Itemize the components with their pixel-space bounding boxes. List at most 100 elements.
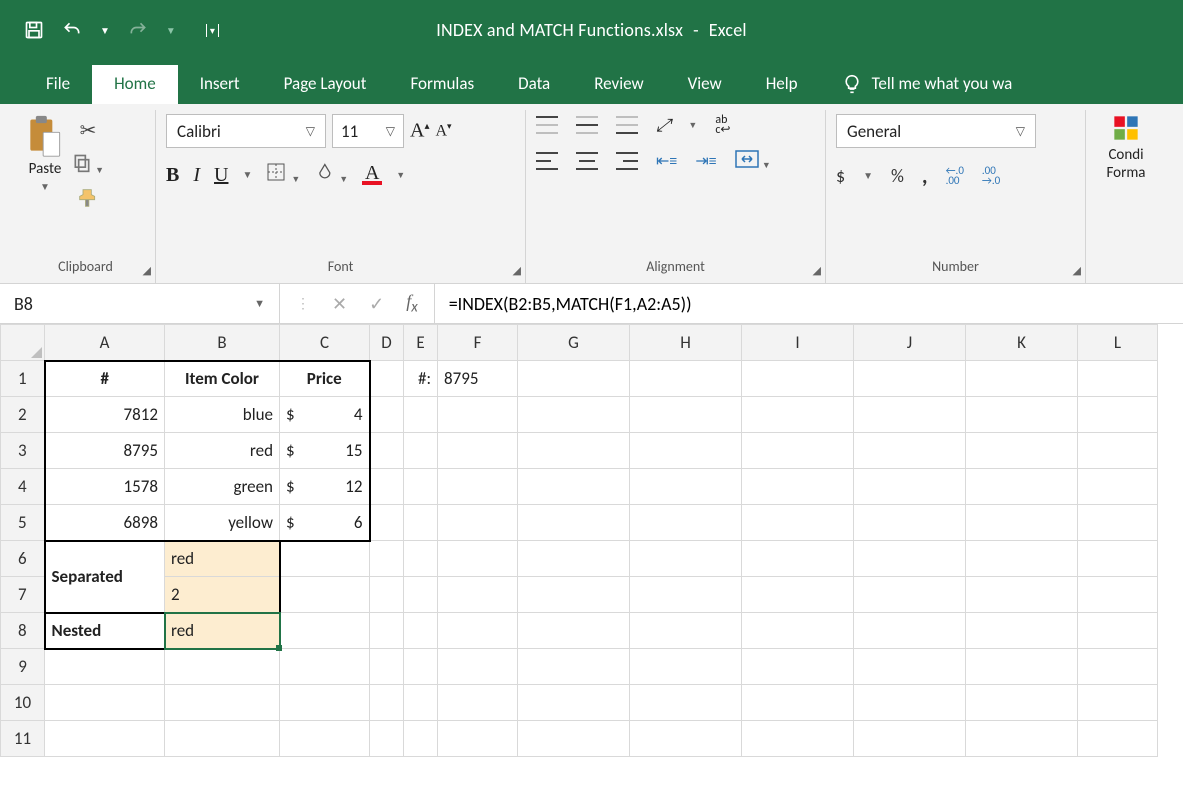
cell-F11[interactable] <box>438 721 518 757</box>
cell-D8[interactable] <box>370 613 404 649</box>
cell-J4[interactable] <box>854 469 966 505</box>
tab-review[interactable]: Review <box>572 65 665 104</box>
cell-C10[interactable] <box>280 685 370 721</box>
cell-B2[interactable]: blue <box>165 397 280 433</box>
copy-icon[interactable]: ▼ <box>72 153 104 177</box>
number-dialog-launcher-icon[interactable]: ◢ <box>1073 264 1081 277</box>
italic-button[interactable]: I <box>193 164 200 187</box>
row-header-1[interactable]: 1 <box>1 361 45 397</box>
cell-F3[interactable] <box>438 433 518 469</box>
cell-D11[interactable] <box>370 721 404 757</box>
cell-I10[interactable] <box>742 685 854 721</box>
cell-A8[interactable]: Nested <box>45 613 165 649</box>
tab-file[interactable]: File <box>24 65 92 104</box>
undo-dropdown-icon[interactable]: ▼ <box>100 24 110 37</box>
fill-color-icon[interactable]: ▼ <box>314 162 348 188</box>
cell-K7[interactable] <box>966 577 1078 613</box>
row-header-2[interactable]: 2 <box>1 397 45 433</box>
cell-D10[interactable] <box>370 685 404 721</box>
cell-G10[interactable] <box>518 685 630 721</box>
font-color-icon[interactable]: A <box>362 165 382 185</box>
cell-F4[interactable] <box>438 469 518 505</box>
row-header-5[interactable]: 5 <box>1 505 45 541</box>
cell-L8[interactable] <box>1078 613 1158 649</box>
cell-G4[interactable] <box>518 469 630 505</box>
cell-E7[interactable] <box>404 577 438 613</box>
cell-E10[interactable] <box>404 685 438 721</box>
borders-icon[interactable]: ▼ <box>266 162 300 188</box>
align-top-icon[interactable] <box>536 116 558 134</box>
row-header-9[interactable]: 9 <box>1 649 45 685</box>
col-header-I[interactable]: I <box>742 325 854 361</box>
format-painter-icon[interactable] <box>78 187 98 213</box>
row-header-4[interactable]: 4 <box>1 469 45 505</box>
cell-J10[interactable] <box>854 685 966 721</box>
cell-G5[interactable] <box>518 505 630 541</box>
cell-K1[interactable] <box>966 361 1078 397</box>
cell-C11[interactable] <box>280 721 370 757</box>
enter-icon[interactable]: ✓ <box>369 293 384 315</box>
align-right-icon[interactable] <box>616 152 638 170</box>
cell-A6[interactable]: Separated <box>45 541 165 613</box>
cell-H9[interactable] <box>630 649 742 685</box>
cell-L11[interactable] <box>1078 721 1158 757</box>
col-header-G[interactable]: G <box>518 325 630 361</box>
row-header-3[interactable]: 3 <box>1 433 45 469</box>
col-header-L[interactable]: L <box>1078 325 1158 361</box>
redo-dropdown-icon[interactable]: ▼ <box>166 24 176 37</box>
cell-G11[interactable] <box>518 721 630 757</box>
undo-icon[interactable] <box>62 20 82 40</box>
tell-me-search[interactable]: Tell me what you wa <box>820 65 1035 104</box>
cell-G2[interactable] <box>518 397 630 433</box>
cell-B1[interactable]: Item Color <box>165 361 280 397</box>
cell-A9[interactable] <box>45 649 165 685</box>
fx-icon[interactable]: fx <box>406 291 418 317</box>
fx-options-icon[interactable]: ⋮ <box>296 295 310 312</box>
font-color-dropdown-icon[interactable]: ▼ <box>396 170 405 180</box>
col-header-F[interactable]: F <box>438 325 518 361</box>
cell-G1[interactable] <box>518 361 630 397</box>
cell-A4[interactable]: 1578 <box>45 469 165 505</box>
align-middle-icon[interactable] <box>576 116 598 134</box>
cell-C8[interactable] <box>280 613 370 649</box>
font-name-select[interactable]: Calibri ▽ <box>166 114 326 148</box>
cell-G9[interactable] <box>518 649 630 685</box>
cancel-icon[interactable]: ✕ <box>332 293 347 315</box>
cell-K10[interactable] <box>966 685 1078 721</box>
cell-G8[interactable] <box>518 613 630 649</box>
cell-B10[interactable] <box>165 685 280 721</box>
cell-E2[interactable] <box>404 397 438 433</box>
save-icon[interactable] <box>24 20 44 40</box>
cell-D2[interactable] <box>370 397 404 433</box>
tab-view[interactable]: View <box>666 65 744 104</box>
cell-D3[interactable] <box>370 433 404 469</box>
cell-K4[interactable] <box>966 469 1078 505</box>
cell-B11[interactable] <box>165 721 280 757</box>
cell-E6[interactable] <box>404 541 438 577</box>
select-all-corner[interactable] <box>1 325 45 361</box>
paste-button[interactable]: Paste ▼ <box>26 114 64 213</box>
cell-B5[interactable]: yellow <box>165 505 280 541</box>
cell-I9[interactable] <box>742 649 854 685</box>
font-dialog-launcher-icon[interactable]: ◢ <box>513 264 521 277</box>
redo-icon[interactable] <box>128 20 148 40</box>
cell-D9[interactable] <box>370 649 404 685</box>
cell-A10[interactable] <box>45 685 165 721</box>
cell-F9[interactable] <box>438 649 518 685</box>
accounting-dropdown-icon[interactable]: ▼ <box>863 169 873 182</box>
cell-L1[interactable] <box>1078 361 1158 397</box>
col-header-A[interactable]: A <box>45 325 165 361</box>
cell-B3[interactable]: red <box>165 433 280 469</box>
row-header-10[interactable]: 10 <box>1 685 45 721</box>
tab-insert[interactable]: Insert <box>178 65 262 104</box>
cell-K2[interactable] <box>966 397 1078 433</box>
bold-button[interactable]: B <box>166 164 179 187</box>
decrease-font-icon[interactable]: A▾ <box>435 121 451 140</box>
cell-I2[interactable] <box>742 397 854 433</box>
cell-D5[interactable] <box>370 505 404 541</box>
clipboard-dialog-launcher-icon[interactable]: ◢ <box>143 264 151 277</box>
spreadsheet-grid[interactable]: ABCDEFGHIJKL1#Item ColorPrice#:879527812… <box>0 324 1183 757</box>
cell-J8[interactable] <box>854 613 966 649</box>
col-header-H[interactable]: H <box>630 325 742 361</box>
cell-H10[interactable] <box>630 685 742 721</box>
